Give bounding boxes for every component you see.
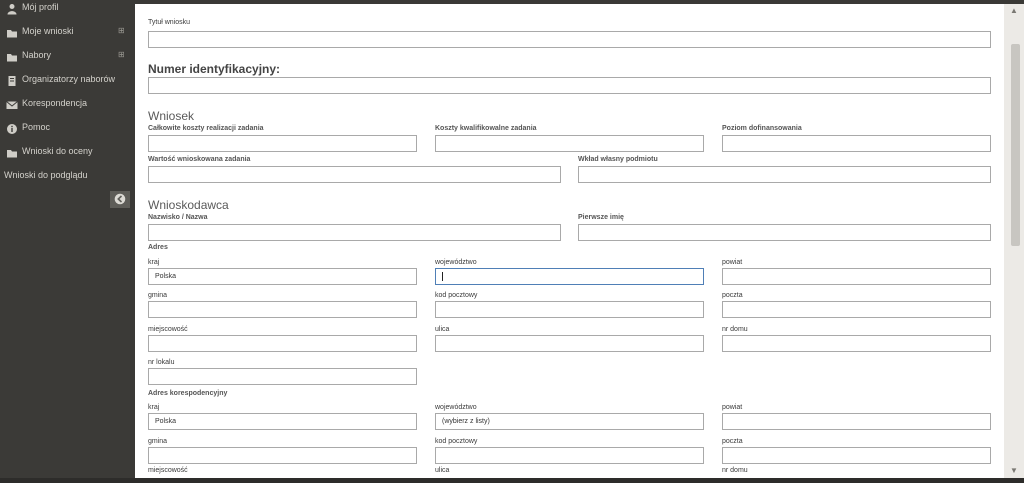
sidebar-item-label: Wnioski do oceny bbox=[22, 146, 93, 156]
user-icon bbox=[6, 1, 18, 15]
wojewodztwo-label: województwo bbox=[435, 259, 477, 266]
sidebar-item-wnioski-do-oceny[interactable]: Wnioski do oceny bbox=[0, 140, 130, 162]
koszty-kwalifikowalne-label: Koszty kwalifikowalne zadania bbox=[435, 125, 537, 132]
scroll-up-arrow-icon[interactable]: ▲ bbox=[1004, 4, 1024, 18]
sidebar: Mój profil Moje wnioski ⊞ Nabory ⊞ Organ… bbox=[0, 0, 130, 483]
kor-wojewodztwo-select[interactable]: (wybierz z listy) bbox=[435, 413, 704, 430]
poziom-dofinansowania-label: Poziom dofinansowania bbox=[722, 125, 802, 132]
koszty-calkowite-input[interactable] bbox=[148, 135, 417, 152]
tytul-label: Tytuł wniosku bbox=[148, 19, 191, 26]
kor-powiat-input[interactable] bbox=[722, 413, 991, 430]
wartosc-wnioskowana-label: Wartość wnioskowana zadania bbox=[148, 156, 251, 163]
wniosek-heading: Wniosek bbox=[148, 109, 195, 123]
document-icon bbox=[6, 73, 18, 86]
sidebar-item-korespondencja[interactable]: Korespondencja bbox=[0, 92, 130, 114]
nr-domu-label: nr domu bbox=[722, 326, 748, 333]
wklad-wlasny-input[interactable] bbox=[578, 166, 991, 183]
envelope-icon bbox=[6, 97, 18, 109]
kor-kod-pocztowy-label: kod pocztowy bbox=[435, 438, 478, 445]
vertical-scrollbar[interactable]: ▲ ▼ bbox=[1004, 4, 1024, 478]
kor-poczta-label: poczta bbox=[722, 438, 743, 445]
kor-miejscowosc-label: miejscowość bbox=[148, 467, 188, 474]
sidebar-item-label: Korespondencja bbox=[22, 98, 88, 108]
kraj-input[interactable]: Polska bbox=[148, 268, 417, 285]
numer-identyfikacyjny-input[interactable] bbox=[148, 77, 991, 94]
sidebar-item-label: Nabory bbox=[22, 50, 52, 60]
nazwisko-label: Nazwisko / Nazwa bbox=[148, 214, 208, 221]
kor-kraj-label: kraj bbox=[148, 404, 160, 411]
collapse-sidebar-button[interactable] bbox=[110, 191, 130, 208]
miejscowosc-input[interactable] bbox=[148, 335, 417, 352]
pierwsze-imie-label: Pierwsze imię bbox=[578, 214, 624, 221]
folder-icon bbox=[6, 49, 18, 62]
gmina-label: gmina bbox=[148, 292, 168, 299]
scroll-down-arrow-icon[interactable]: ▼ bbox=[1004, 464, 1024, 478]
sidebar-item-label: Mój profil bbox=[22, 2, 59, 12]
koszty-kwalifikowalne-input[interactable] bbox=[435, 135, 704, 152]
sidebar-item-moje-wnioski[interactable]: Moje wnioski ⊞ bbox=[0, 20, 130, 42]
kor-nr-domu-label: nr domu bbox=[722, 467, 748, 474]
kor-gmina-input[interactable] bbox=[148, 447, 417, 464]
wnioskodawca-heading: Wnioskodawca bbox=[148, 198, 229, 212]
nr-lokalu-label: nr lokalu bbox=[148, 359, 175, 366]
kraj-label: kraj bbox=[148, 259, 160, 266]
folder-icon bbox=[6, 25, 18, 38]
bottom-strip bbox=[0, 478, 1024, 483]
sidebar-item-pomoc[interactable]: Pomoc bbox=[0, 116, 130, 138]
poczta-input[interactable] bbox=[722, 301, 991, 318]
poczta-label: poczta bbox=[722, 292, 743, 299]
application-form: Tytuł wniosku Numer identyfikacyjny: Wni… bbox=[135, 4, 1004, 478]
nr-domu-input[interactable] bbox=[722, 335, 991, 352]
adres-heading: Adres bbox=[148, 244, 168, 251]
kor-wojewodztwo-label: województwo bbox=[435, 404, 477, 411]
wartosc-wnioskowana-input[interactable] bbox=[148, 166, 561, 183]
kod-pocztowy-input[interactable] bbox=[435, 301, 704, 318]
poziom-dofinansowania-input[interactable] bbox=[722, 135, 991, 152]
expand-icon[interactable]: ⊞ bbox=[118, 20, 125, 42]
pierwsze-imie-input[interactable] bbox=[578, 224, 991, 241]
sidebar-item-label: Pomoc bbox=[22, 122, 51, 132]
kor-powiat-label: powiat bbox=[722, 404, 743, 411]
sidebar-item-nabory[interactable]: Nabory ⊞ bbox=[0, 44, 130, 66]
sidebar-item-wnioski-do-podgladu[interactable]: Wnioski do podglądu bbox=[0, 164, 130, 186]
wklad-wlasny-label: Wkład własny podmiotu bbox=[578, 156, 658, 163]
kor-poczta-input[interactable] bbox=[722, 447, 991, 464]
kor-gmina-label: gmina bbox=[148, 438, 168, 445]
sidebar-item-organizatorzy[interactable]: Organizatorzy naborów bbox=[0, 68, 130, 90]
sidebar-item-label: Moje wnioski bbox=[22, 26, 74, 36]
scrollbar-thumb[interactable] bbox=[1011, 44, 1020, 246]
text-caret bbox=[442, 271, 443, 281]
expand-icon[interactable]: ⊞ bbox=[118, 44, 125, 66]
powiat-input[interactable] bbox=[722, 268, 991, 285]
kod-pocztowy-label: kod pocztowy bbox=[435, 292, 478, 299]
wojewodztwo-input[interactable] bbox=[435, 268, 704, 285]
sidebar-item-moj-profil[interactable]: Mój profil bbox=[0, 0, 130, 18]
sidebar-item-label: Wnioski do podglądu bbox=[4, 170, 88, 180]
kor-ulica-label: ulica bbox=[435, 467, 450, 474]
kor-kraj-input[interactable]: Polska bbox=[148, 413, 417, 430]
tytul-input[interactable] bbox=[148, 31, 991, 48]
miejscowosc-label: miejscowość bbox=[148, 326, 188, 333]
nazwisko-input[interactable] bbox=[148, 224, 561, 241]
adres-korespondencyjny-heading: Adres korespodencyjny bbox=[148, 390, 228, 397]
gmina-input[interactable] bbox=[148, 301, 417, 318]
nr-lokalu-input[interactable] bbox=[148, 368, 417, 385]
ulica-label: ulica bbox=[435, 326, 450, 333]
koszty-calkowite-label: Całkowite koszty realizacji zadania bbox=[148, 125, 264, 132]
ulica-input[interactable] bbox=[435, 335, 704, 352]
info-icon bbox=[6, 121, 18, 134]
sidebar-item-label: Organizatorzy naborów bbox=[22, 74, 116, 84]
kor-kod-pocztowy-input[interactable] bbox=[435, 447, 704, 464]
powiat-label: powiat bbox=[722, 259, 743, 266]
numer-identyfikacyjny-heading: Numer identyfikacyjny: bbox=[148, 62, 281, 76]
folder-icon bbox=[6, 145, 18, 158]
